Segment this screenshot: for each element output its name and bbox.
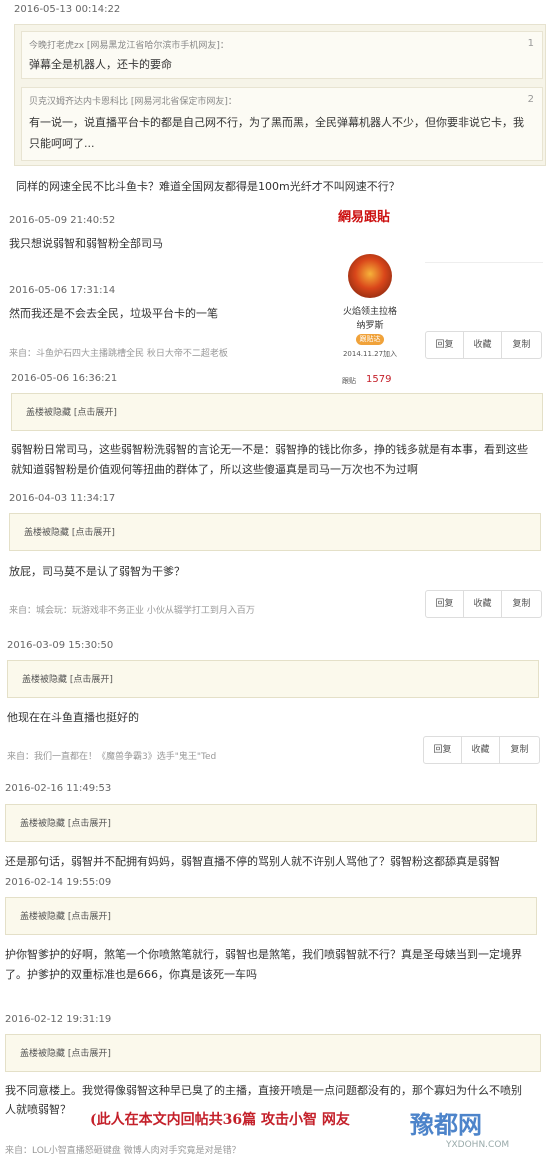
user-post-label: 跟贴: [342, 377, 356, 385]
divider: [425, 262, 543, 263]
post-body: 放屁，司马莫不是认了弱智为干爹？: [9, 565, 185, 578]
post-actions: 回复 收藏 复制: [425, 590, 542, 618]
copy-button[interactable]: 复制: [502, 332, 541, 358]
hidden-floor-box[interactable]: 盖楼被隐藏 [点击展开]: [5, 804, 537, 842]
user-card: 火焰领主拉格 纳罗斯 跟贴达 2014.11.27加入 跟贴 1579: [330, 228, 410, 393]
user-name-line1[interactable]: 火焰领主拉格: [330, 304, 410, 317]
quote-floor-header: 贝克汉姆齐达内卡恩科比 [网易河北省保定市网友]：: [29, 97, 237, 107]
post-timestamp: 2016-05-09 21:40:52: [9, 215, 116, 226]
expand-link[interactable]: [点击展开]: [70, 675, 113, 685]
expand-link[interactable]: [点击展开]: [72, 528, 115, 538]
quote-floor-text: 有一说一，说直播平台卡的都是自己网不行，为了黑而黑，全民弹幕机器人不少，但你要非…: [29, 116, 524, 129]
favorite-button[interactable]: 收藏: [464, 332, 502, 358]
hidden-floor-box[interactable]: 盖楼被隐藏 [点击展开]: [11, 393, 543, 431]
reply-button[interactable]: 回复: [424, 737, 462, 763]
site-watermark-url: YXDOHN.COM: [446, 1140, 510, 1150]
quote-floor-2: 贝克汉姆齐达内卡恩科比 [网易河北省保定市网友]： 2 有一说一，说直播平台卡的…: [21, 87, 543, 161]
post-timestamp: 2016-05-06 17:31:14: [9, 285, 116, 296]
quote-floor-header: 今晚打老虎zx [网易黑龙江省哈尔滨市手机网友]：: [29, 41, 229, 51]
post-body: 我只想说弱智和弱智粉全部司马: [9, 237, 163, 250]
quote-timestamp: 2016-05-13 00:14:22: [14, 4, 121, 15]
post-body: 护你智爹护的好啊，煞笔一个你喷煞笔就行，弱智也是煞笔，我们喷弱智就不行？真是圣母…: [5, 948, 522, 961]
hidden-floor-box[interactable]: 盖楼被隐藏 [点击展开]: [5, 1034, 541, 1072]
post-source[interactable]: 来自：LOL小智直播怒砸键盘 微博人肉对手究竟是对是错？: [5, 1143, 241, 1156]
netease-logo: 網易跟貼: [338, 210, 391, 225]
user-joined: 2014.11.27加入: [342, 350, 398, 358]
hidden-floor-label: 盖楼被隐藏: [24, 528, 70, 538]
copy-button[interactable]: 复制: [500, 737, 539, 763]
quote-floor-text: 只能呵呵了...: [29, 137, 95, 150]
quote-floor-number: 2: [527, 94, 534, 105]
hidden-floor-box[interactable]: 盖楼被隐藏 [点击展开]: [7, 660, 539, 698]
user-badge: 跟贴达: [356, 334, 384, 345]
hidden-floor-label: 盖楼被隐藏: [26, 408, 72, 418]
favorite-button[interactable]: 收藏: [464, 591, 502, 617]
expand-link[interactable]: [点击展开]: [74, 408, 117, 418]
hidden-floor-label: 盖楼被隐藏: [20, 912, 66, 922]
quote-floor-text: 弹幕全是机器人，还卡的要命: [29, 58, 172, 71]
hidden-floor-label: 盖楼被隐藏: [20, 1049, 66, 1059]
post-body: 然而我还是不会去全民，垃圾平台卡的一笔: [9, 307, 218, 320]
favorite-button[interactable]: 收藏: [462, 737, 500, 763]
watermark-note: (此人在本文内回帖共36篇 攻击小智 网友: [90, 1112, 350, 1128]
post-source[interactable]: 来自：城会玩：玩游戏非不务正业 小伙从辍学打工到月入百万: [9, 603, 255, 616]
expand-link[interactable]: [点击展开]: [68, 1049, 111, 1059]
post-body: 就知道弱智粉是价值观何等扭曲的群体了，所以这些傻逼真是司马一万次也不为过啊: [11, 463, 418, 476]
avatar[interactable]: [348, 254, 392, 298]
copy-button[interactable]: 复制: [502, 591, 541, 617]
hidden-floor-label: 盖楼被隐藏: [22, 675, 68, 685]
expand-link[interactable]: [点击展开]: [68, 819, 111, 829]
quote-floor-1: 今晚打老虎zx [网易黑龙江省哈尔滨市手机网友]： 1 弹幕全是机器人，还卡的要…: [21, 31, 543, 79]
expand-link[interactable]: [点击展开]: [68, 912, 111, 922]
post-body: 还是那句话，弱智并不配拥有妈妈，弱智直播不停的骂别人就不许别人骂他了？弱智粉这都…: [5, 855, 500, 868]
post-timestamp: 2016-04-03 11:34:17: [9, 493, 116, 504]
quote-floor-number: 1: [527, 38, 534, 49]
post-timestamp: 2016-03-09 15:30:50: [7, 640, 114, 651]
post-body: 人就喷弱智？: [5, 1103, 71, 1116]
post-source[interactable]: 来自：我们一直都在！《魔兽争霸3》选手"鬼王"Ted: [7, 749, 216, 762]
post-timestamp: 2016-02-12 19:31:19: [5, 1014, 112, 1025]
post-source[interactable]: 来自：斗鱼炉石四大主播跳槽全民 秋日大帝不二超老板: [9, 346, 228, 359]
post-body: 他现在在斗鱼直播也挺好的: [7, 711, 139, 724]
post-body: 了。护爹护的双重标准也是666，你真是该死一车吗: [5, 968, 257, 981]
post-body: 我不同意楼上。我觉得像弱智这种早已臭了的主播，直接开喷是一点问题都没有的，那个寡…: [5, 1084, 522, 1097]
post-timestamp: 2016-05-06 16:36:21: [11, 373, 118, 384]
post-actions: 回复 收藏 复制: [423, 736, 540, 764]
post-body: 弱智粉日常司马，这些弱智粉洗弱智的言论无一不是：弱智挣的钱比你多，挣的钱多就是有…: [11, 443, 528, 456]
reply-button[interactable]: 回复: [426, 591, 464, 617]
hidden-floor-label: 盖楼被隐藏: [20, 819, 66, 829]
site-watermark-logo: 豫都网: [410, 1111, 482, 1139]
quote-block: 今晚打老虎zx [网易黑龙江省哈尔滨市手机网友]： 1 弹幕全是机器人，还卡的要…: [14, 24, 546, 166]
quote-reply-text: 同样的网速全民不比斗鱼卡？难道全国网友都得是100m光纤才不叫网速不行？: [16, 180, 400, 193]
post-timestamp: 2016-02-14 19:55:09: [5, 877, 112, 888]
hidden-floor-box[interactable]: 盖楼被隐藏 [点击展开]: [9, 513, 541, 551]
user-name-line2[interactable]: 纳罗斯: [330, 318, 410, 331]
hidden-floor-box[interactable]: 盖楼被隐藏 [点击展开]: [5, 897, 537, 935]
user-post-count: 1579: [366, 374, 392, 385]
post-timestamp: 2016-02-16 11:49:53: [5, 783, 112, 794]
reply-button[interactable]: 回复: [426, 332, 464, 358]
post-actions: 回复 收藏 复制: [425, 331, 542, 359]
